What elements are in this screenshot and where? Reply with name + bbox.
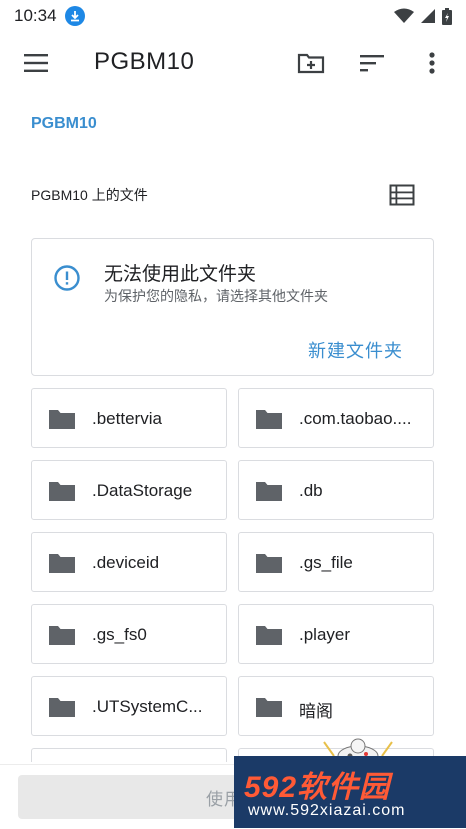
status-left: 10:34	[14, 6, 85, 26]
section-header: PGBM10 上的文件	[31, 182, 433, 208]
wifi-icon	[394, 8, 414, 23]
sort-icon	[360, 55, 384, 72]
folder-item[interactable]: .db	[238, 460, 434, 520]
folder-item[interactable]: .DataStorage	[31, 460, 227, 520]
watermark-banner: 592软件园 www.592xiazai.com	[234, 756, 466, 828]
folder-name: .deviceid	[92, 553, 160, 572]
warning-card: 无法使用此文件夹 为保护您的隐私，请选择其他文件夹 新建文件夹	[31, 238, 434, 376]
menu-icon[interactable]	[22, 51, 50, 75]
breadcrumb[interactable]: PGBM10	[31, 115, 97, 133]
folder-name: .gs_fs0	[92, 625, 147, 644]
section-title: PGBM10 上的文件	[31, 187, 148, 203]
folder-name: 暗阁	[299, 702, 333, 721]
status-bar: 10:34	[0, 0, 466, 32]
folder-item[interactable]: .bettervia	[31, 388, 227, 448]
download-notification-icon	[64, 6, 85, 26]
page-title: PGBM10	[94, 48, 195, 75]
folder-icon	[49, 698, 75, 717]
folder-icon	[256, 554, 282, 573]
folder-name: .UTSystemC...	[92, 697, 203, 716]
folder-item[interactable]: .gs_file	[238, 532, 434, 592]
folder-icon	[49, 410, 75, 429]
folder-icon	[256, 482, 282, 501]
folder-grid: .bettervia .com.taobao.... .DataStorage …	[31, 388, 435, 762]
sort-button[interactable]	[357, 48, 387, 78]
folder-name: .DataStorage	[92, 481, 193, 500]
folder-item[interactable]: .com.taobao....	[238, 388, 434, 448]
list-view-icon[interactable]	[389, 182, 415, 208]
new-folder-button[interactable]	[296, 48, 326, 78]
watermark-url: www.592xiazai.com	[248, 802, 406, 819]
status-right	[394, 7, 452, 25]
status-time: 10:34	[14, 6, 57, 25]
folder-name: .bettervia	[92, 409, 162, 428]
folder-name: .player	[299, 625, 351, 644]
folder-item[interactable]: .gs_fs0	[31, 604, 227, 664]
folder-item[interactable]: .UTSystemC...	[31, 676, 227, 736]
app-bar: PGBM10	[0, 32, 466, 94]
folder-icon	[49, 626, 75, 645]
info-alert-icon	[54, 265, 80, 291]
folder-name: .com.taobao....	[299, 409, 412, 428]
create-folder-icon	[297, 53, 325, 74]
more-vert-icon	[429, 52, 435, 74]
folder-item-partial[interactable]	[31, 748, 227, 762]
folder-item[interactable]: .deviceid	[31, 532, 227, 592]
battery-icon	[442, 7, 452, 25]
folder-icon	[49, 554, 75, 573]
folder-name: .db	[299, 481, 323, 500]
folder-icon	[256, 698, 282, 717]
watermark-title: 592软件园	[244, 771, 391, 804]
folder-icon	[49, 482, 75, 501]
folder-item[interactable]: 暗阁	[238, 676, 434, 736]
signal-icon	[421, 9, 435, 23]
folder-icon	[256, 410, 282, 429]
folder-icon	[256, 626, 282, 645]
warning-subtitle: 为保护您的隐私，请选择其他文件夹	[104, 288, 328, 304]
folder-name: .gs_file	[299, 553, 353, 572]
create-new-folder-link[interactable]: 新建文件夹	[308, 337, 403, 363]
folder-item[interactable]: .player	[238, 604, 434, 664]
warning-title: 无法使用此文件夹	[104, 264, 257, 285]
more-options-button[interactable]	[417, 48, 447, 78]
